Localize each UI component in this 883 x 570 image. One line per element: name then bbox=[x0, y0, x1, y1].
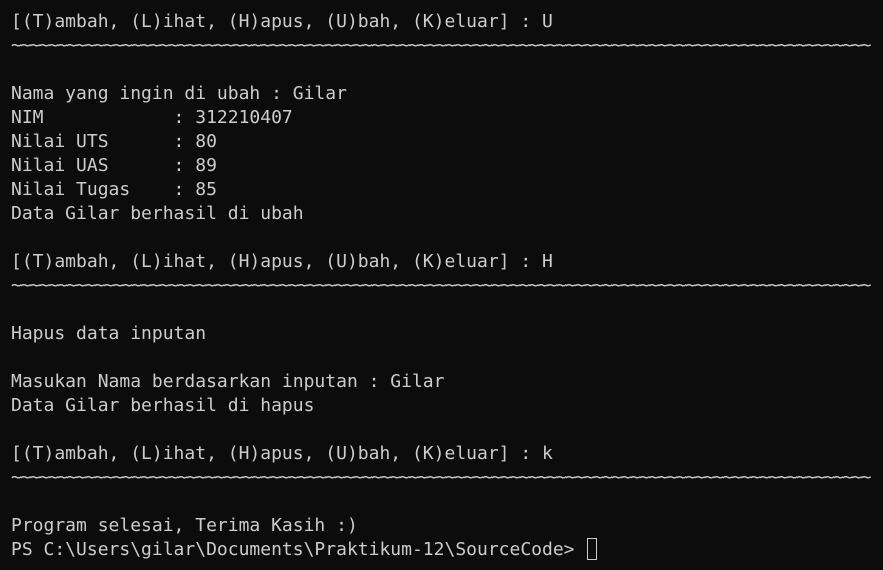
shell-prompt-line[interactable]: PS C:\Users\gilar\Documents\Praktikum-12… bbox=[11, 538, 883, 562]
menu-prompt-line: [(T)ambah, (L)ihat, (H)apus, (U)bah, (K)… bbox=[11, 443, 553, 464]
exit-message-line: Program selesai, Terima Kasih :) bbox=[11, 515, 358, 536]
nim-line: NIM : 312210407 bbox=[11, 107, 293, 128]
shell-prompt: PS C:\Users\gilar\Documents\Praktikum-12… bbox=[11, 539, 586, 560]
delete-name-line: Masukan Nama berdasarkan inputan : Gilar bbox=[11, 371, 445, 392]
edit-name-line: Nama yang ingin di ubah : Gilar bbox=[11, 83, 347, 104]
terminal-window[interactable]: [(T)ambah, (L)ihat, (H)apus, (U)bah, (K)… bbox=[0, 0, 883, 570]
separator-line: ~~~~~~~~~~~~~~~~~~~~~~~~~~~~~~~~~~~~~~~~… bbox=[11, 35, 872, 56]
update-success-line: Data Gilar berhasil di ubah bbox=[11, 203, 304, 224]
menu-prompt-line: [(T)ambah, (L)ihat, (H)apus, (U)bah, (K)… bbox=[11, 251, 553, 272]
delete-success-line: Data Gilar berhasil di hapus bbox=[11, 395, 315, 416]
menu-prompt-line: [(T)ambah, (L)ihat, (H)apus, (U)bah, (K)… bbox=[11, 11, 553, 32]
text-cursor[interactable] bbox=[587, 538, 598, 560]
separator-line: ~~~~~~~~~~~~~~~~~~~~~~~~~~~~~~~~~~~~~~~~… bbox=[11, 275, 872, 296]
nilai-uas-line: Nilai UAS : 89 bbox=[11, 155, 217, 176]
separator-line: ~~~~~~~~~~~~~~~~~~~~~~~~~~~~~~~~~~~~~~~~… bbox=[11, 467, 872, 488]
delete-heading-line: Hapus data inputan bbox=[11, 323, 207, 344]
nilai-tugas-line: Nilai Tugas : 85 bbox=[11, 179, 217, 200]
nilai-uts-line: Nilai UTS : 80 bbox=[11, 131, 217, 152]
